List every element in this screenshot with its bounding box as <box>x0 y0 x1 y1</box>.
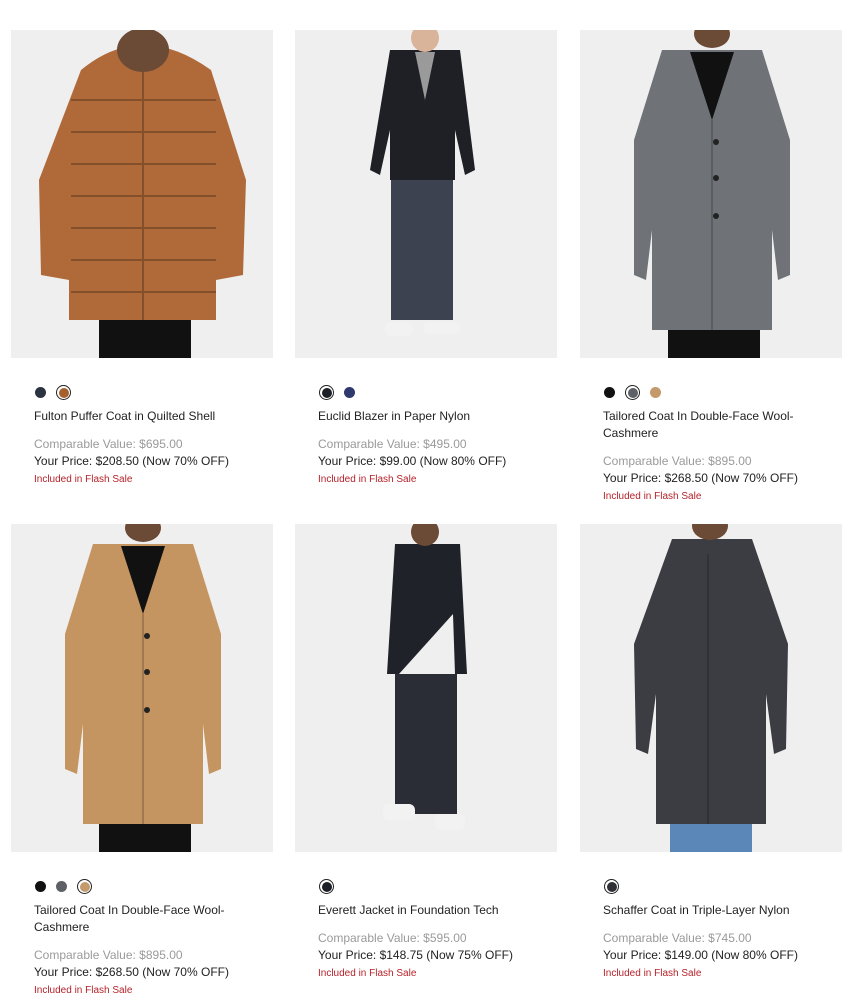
garment-photo <box>383 524 467 830</box>
color-swatch[interactable] <box>56 880 67 892</box>
product-pricing: Comparable Value: $695.00 Your Price: $2… <box>34 436 264 487</box>
color-swatch[interactable] <box>625 384 640 400</box>
flash-sale-badge: Included in Flash Sale <box>603 968 702 979</box>
garment-photo <box>634 524 788 852</box>
product-name[interactable]: Euclid Blazer in Paper Nylon <box>318 408 538 425</box>
color-swatch[interactable] <box>344 386 355 398</box>
color-swatch[interactable] <box>319 384 334 400</box>
product-card[interactable]: Fulton Puffer Coat in Quilted Shell Comp… <box>11 30 273 485</box>
color-swatch[interactable] <box>56 384 71 400</box>
your-price: Your Price: $268.50 (Now 70% OFF) <box>34 965 229 979</box>
flash-sale-badge: Included in Flash Sale <box>603 491 702 502</box>
your-price: Your Price: $149.00 (Now 80% OFF) <box>603 948 798 962</box>
product-card[interactable]: Schaffer Coat in Triple-Layer Nylon Comp… <box>580 524 842 979</box>
product-image[interactable] <box>295 524 557 852</box>
color-swatches <box>35 384 71 400</box>
product-pricing: Comparable Value: $595.00 Your Price: $1… <box>318 930 548 981</box>
comparable-value: Comparable Value: $745.00 <box>603 931 752 945</box>
color-swatch[interactable] <box>650 386 661 398</box>
color-swatches <box>604 878 619 894</box>
product-pricing: Comparable Value: $745.00 Your Price: $1… <box>603 930 833 981</box>
color-swatch[interactable] <box>319 878 334 894</box>
color-swatch[interactable] <box>35 880 46 892</box>
product-name[interactable]: Everett Jacket in Foundation Tech <box>318 902 538 919</box>
comparable-value: Comparable Value: $895.00 <box>603 454 752 468</box>
product-name[interactable]: Tailored Coat In Double-Face Wool-Cashme… <box>603 408 823 442</box>
product-card[interactable]: Tailored Coat In Double-Face Wool-Cashme… <box>11 524 273 996</box>
product-name[interactable]: Schaffer Coat in Triple-Layer Nylon <box>603 902 823 919</box>
comparable-value: Comparable Value: $495.00 <box>318 437 467 451</box>
flash-sale-badge: Included in Flash Sale <box>318 968 417 979</box>
garment-photo <box>65 524 221 852</box>
your-price: Your Price: $148.75 (Now 75% OFF) <box>318 948 513 962</box>
product-pricing: Comparable Value: $895.00 Your Price: $2… <box>603 453 833 504</box>
color-swatch[interactable] <box>35 386 46 398</box>
comparable-value: Comparable Value: $595.00 <box>318 931 467 945</box>
color-swatch[interactable] <box>604 878 619 894</box>
color-swatch[interactable] <box>604 386 615 398</box>
flash-sale-badge: Included in Flash Sale <box>34 474 133 485</box>
product-image[interactable] <box>580 30 842 358</box>
comparable-value: Comparable Value: $695.00 <box>34 437 183 451</box>
color-swatch[interactable] <box>77 878 92 894</box>
color-swatches <box>35 878 92 894</box>
product-card[interactable]: Euclid Blazer in Paper Nylon Comparable … <box>295 30 557 485</box>
flash-sale-badge: Included in Flash Sale <box>34 985 133 996</box>
garment-photo <box>370 30 475 336</box>
product-pricing: Comparable Value: $895.00 Your Price: $2… <box>34 947 264 998</box>
product-name[interactable]: Tailored Coat In Double-Face Wool-Cashme… <box>34 902 254 936</box>
product-image[interactable] <box>11 524 273 852</box>
your-price: Your Price: $268.50 (Now 70% OFF) <box>603 471 798 485</box>
garment-photo <box>39 30 246 358</box>
your-price: Your Price: $99.00 (Now 80% OFF) <box>318 454 507 468</box>
flash-sale-badge: Included in Flash Sale <box>318 474 417 485</box>
your-price: Your Price: $208.50 (Now 70% OFF) <box>34 454 229 468</box>
product-image[interactable] <box>295 30 557 358</box>
product-image[interactable] <box>580 524 842 852</box>
product-pricing: Comparable Value: $495.00 Your Price: $9… <box>318 436 548 487</box>
color-swatches <box>319 878 334 894</box>
comparable-value: Comparable Value: $895.00 <box>34 948 183 962</box>
color-swatches <box>604 384 661 400</box>
product-name[interactable]: Fulton Puffer Coat in Quilted Shell <box>34 408 254 425</box>
product-card[interactable]: Tailored Coat In Double-Face Wool-Cashme… <box>580 30 842 502</box>
product-image[interactable] <box>11 30 273 358</box>
garment-photo <box>634 30 790 358</box>
color-swatches <box>319 384 355 400</box>
product-card[interactable]: Everett Jacket in Foundation Tech Compar… <box>295 524 557 979</box>
